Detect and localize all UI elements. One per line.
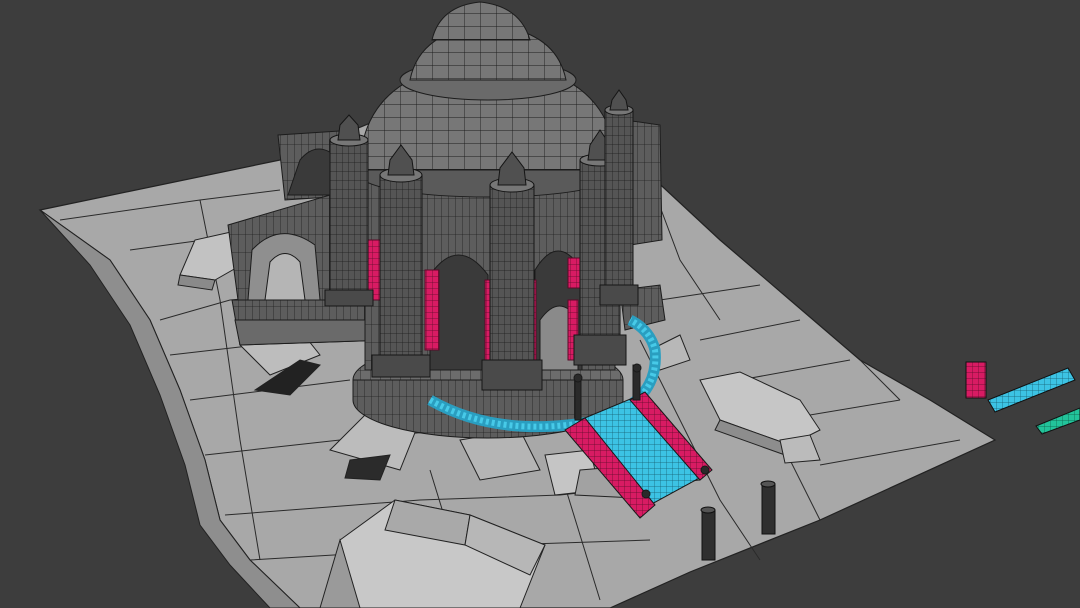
viewport-canvas[interactable]: [0, 0, 1080, 608]
3d-viewport[interactable]: [0, 0, 1080, 608]
column-1[interactable]: [324, 114, 374, 307]
column-5[interactable]: [599, 89, 639, 306]
loose-part-pink[interactable]: [965, 361, 987, 399]
loose-part-teal[interactable]: [1035, 407, 1080, 435]
column-3[interactable]: [481, 151, 543, 391]
loose-parts[interactable]: [965, 361, 1080, 435]
column-2[interactable]: [371, 144, 431, 378]
loose-part-cyan[interactable]: [987, 367, 1076, 413]
